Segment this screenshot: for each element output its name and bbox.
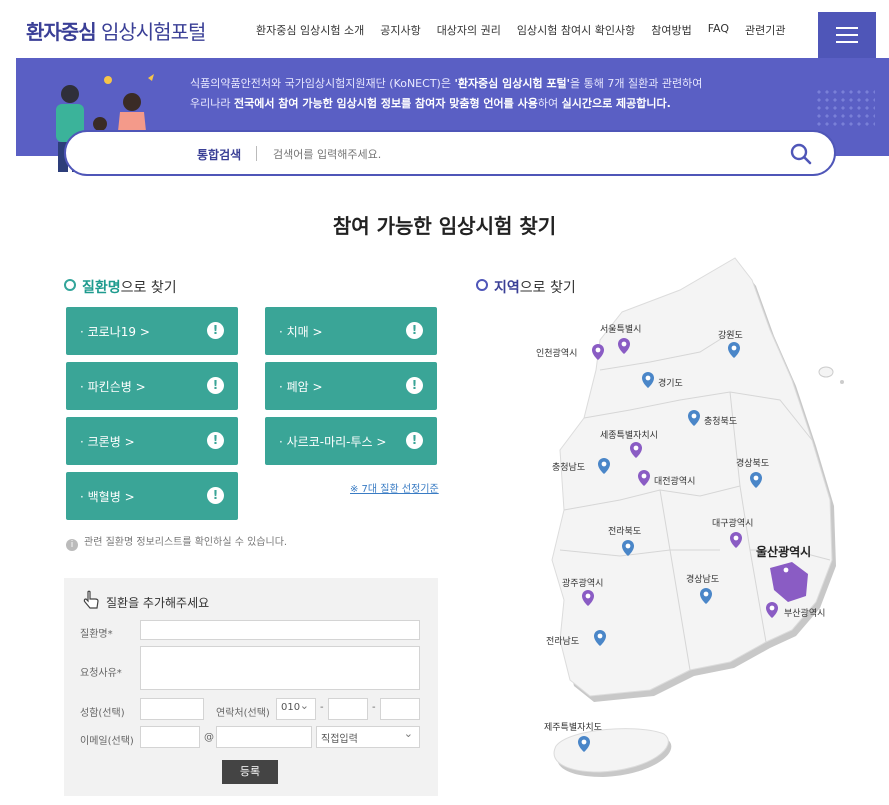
label-chungnam[interactable]: 충청남도	[552, 462, 585, 473]
nav-item-faq[interactable]: FAQ	[708, 22, 729, 38]
ring-icon	[64, 279, 76, 291]
nav-item-checklist[interactable]: 임상시험 참여시 확인사항	[517, 22, 635, 38]
nav-item-notice[interactable]: 공지사항	[380, 22, 420, 38]
label-daejeon[interactable]: 대전광역시	[654, 475, 695, 487]
label-daegu[interactable]: 대구광역시	[712, 517, 753, 529]
disease-name-input[interactable]	[140, 620, 420, 640]
phone-label: 연락처(선택)	[216, 708, 270, 719]
hamburger-icon	[836, 34, 858, 36]
disease-button-cmt[interactable]: · 사르코-마리-투스 >!	[265, 417, 437, 465]
label-jeonbuk[interactable]: 전라북도	[608, 526, 641, 537]
info-circle-icon: i	[66, 539, 78, 551]
info-icon[interactable]: !	[207, 377, 224, 394]
label-gyeongnam[interactable]: 경상남도	[686, 573, 719, 585]
integrated-search-bar: 통합검색	[64, 130, 836, 176]
ring-icon	[476, 279, 488, 291]
email-id-input[interactable]	[140, 726, 200, 748]
nav-item-rights[interactable]: 대상자의 권리	[437, 22, 501, 38]
info-icon[interactable]: !	[207, 487, 224, 504]
dokdo-island	[840, 380, 844, 384]
info-icon[interactable]: !	[406, 432, 423, 449]
label-gangwon[interactable]: 강원도	[718, 330, 743, 341]
form-title: 질환을 추가해주세요	[106, 596, 210, 610]
label-busan[interactable]: 부산광역시	[784, 607, 825, 619]
email-domain-input[interactable]	[216, 726, 312, 748]
ulleung-island	[818, 366, 834, 378]
disease-list-note: i 관련 질환명 정보리스트를 확인하실 수 있습니다.	[66, 533, 287, 551]
disease-section-heading: 질환명으로 찾기	[64, 277, 177, 297]
search-icon[interactable]	[788, 141, 814, 167]
email-label: 이메일(선택)	[80, 736, 134, 747]
banner-description: 식품의약품안전처와 국가임상시험지원재단 (KoNECT)은 '환자중심 임상시…	[190, 77, 703, 110]
phone-dash-1: -	[320, 702, 324, 713]
label-jeonnam[interactable]: 전라남도	[546, 636, 579, 647]
label-ulsan[interactable]: 울산광역시	[756, 544, 811, 559]
label-incheon[interactable]: 인천광역시	[536, 347, 577, 359]
disease-button-covid19[interactable]: · 코로나19 >!	[66, 307, 238, 355]
label-sejong[interactable]: 세종특별자치시	[600, 429, 658, 441]
nav-item-intro[interactable]: 환자중심 임상시험 소개	[256, 22, 364, 38]
info-icon[interactable]: !	[207, 432, 224, 449]
info-icon[interactable]: !	[406, 322, 423, 339]
name-label: 성함(선택)	[80, 708, 125, 719]
label-gyeonggi[interactable]: 경기도	[658, 377, 683, 389]
disease-button-parkinsons[interactable]: · 파킨슨병 >!	[66, 362, 238, 410]
page-title: 참여 가능한 임상시험 찾기	[332, 214, 557, 238]
email-domain-select[interactable]: 직접입력	[316, 726, 420, 748]
phone-middle-input[interactable]	[328, 698, 368, 720]
label-gwangju[interactable]: 광주광역시	[562, 577, 603, 589]
selection-criteria-link[interactable]: ※ 7대 질환 선정기준	[350, 480, 439, 495]
email-at-sign: @	[204, 732, 214, 743]
disease-button-leukemia[interactable]: · 백혈병 >!	[66, 472, 238, 520]
phone-prefix-select[interactable]: 010	[276, 698, 316, 720]
search-input[interactable]	[271, 142, 755, 166]
phone-last-input[interactable]	[380, 698, 420, 720]
nav-item-institutions[interactable]: 관련기관	[745, 22, 785, 38]
add-disease-form: 질환을 추가해주세요 질환명* 요청사유* 성함(선택) 연락처(선택) 010…	[64, 578, 438, 796]
submit-button[interactable]: 등록	[222, 760, 278, 784]
hamburger-menu-button[interactable]	[818, 12, 876, 58]
label-chungbuk[interactable]: 충청북도	[704, 416, 737, 427]
search-label: 통합검색	[197, 148, 242, 162]
info-icon[interactable]: !	[207, 322, 224, 339]
disease-button-dementia[interactable]: · 치매 >!	[265, 307, 437, 355]
disease-name-label: 질환명*	[80, 629, 113, 640]
request-reason-textarea[interactable]	[140, 646, 420, 690]
label-jeju[interactable]: 제주특별자치도	[544, 721, 602, 733]
info-icon[interactable]: !	[406, 377, 423, 394]
disease-button-crohns[interactable]: · 크론병 >!	[66, 417, 238, 465]
nav-item-howto[interactable]: 참여방법	[651, 22, 691, 38]
search-divider	[256, 146, 257, 161]
main-nav: 환자중심 임상시험 소개 공지사항 대상자의 권리 임상시험 참여시 확인사항 …	[256, 22, 802, 38]
pointing-hand-icon	[83, 590, 99, 609]
disease-button-lung-cancer[interactable]: · 폐암 >!	[265, 362, 437, 410]
label-gyeongbuk[interactable]: 경상북도	[736, 457, 769, 469]
korea-region-map: 서울특별시 인천광역시 강원도 경기도 충청북도 세종특별자치시 충청남도 대전…	[536, 257, 844, 777]
header: 환자중심 임상시험포털 환자중심 임상시험 소개 공지사항 대상자의 권리 임상…	[0, 0, 889, 58]
label-seoul[interactable]: 서울특별시	[600, 324, 641, 335]
site-logo[interactable]: 환자중심 임상시험포털	[26, 16, 206, 45]
phone-dash-2: -	[372, 702, 376, 713]
request-reason-label: 요청사유*	[80, 668, 122, 679]
name-input[interactable]	[140, 698, 204, 720]
